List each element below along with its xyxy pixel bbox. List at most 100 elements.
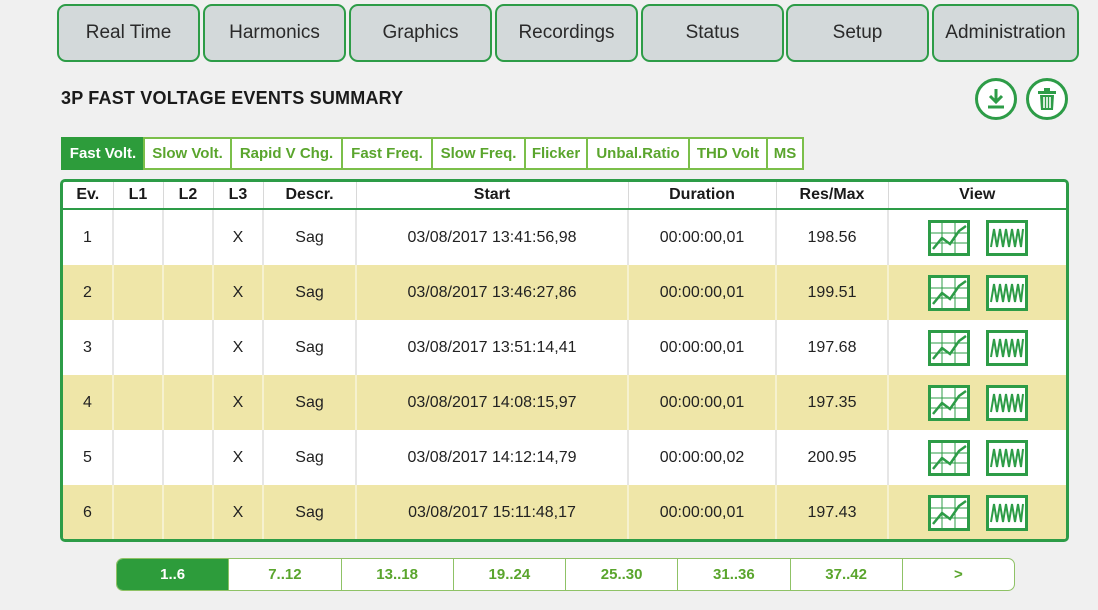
tab-harmonics[interactable]: Harmonics — [203, 4, 346, 62]
col-header-descr: Descr. — [262, 182, 356, 210]
table-row: 4 X Sag 03/08/2017 14:08:15,97 00:00:00,01 19… — [63, 375, 1066, 430]
cell-start: 03/08/2017 14:12:14,79 — [355, 430, 628, 485]
cell-view — [887, 375, 1066, 430]
cell-view — [887, 320, 1066, 375]
view-buttons — [889, 320, 1066, 375]
table-row: 6 X Sag 03/08/2017 15:11:48,17 00:00:00,01 19… — [63, 485, 1066, 539]
cell-duration: 00:00:00,01 — [627, 375, 776, 430]
subtab-fast-volt[interactable]: Fast Volt. — [61, 137, 145, 170]
page-25-30[interactable]: 25..30 — [565, 559, 677, 590]
cell-descr: Sag — [262, 209, 356, 265]
page-19-24[interactable]: 19..24 — [452, 559, 565, 590]
table-row: 2 X Sag 03/08/2017 13:46:27,86 00:00:00,01 19… — [63, 265, 1066, 320]
cell-l3: X — [212, 320, 263, 375]
cell-ev: 1 — [83, 228, 92, 246]
cell-l2 — [162, 430, 213, 485]
next-page-button[interactable]: > — [901, 559, 1014, 590]
page-title: 3P FAST VOLTAGE EVENTS SUMMARY — [61, 88, 404, 108]
col-header-l1: L1 — [112, 182, 163, 210]
cell-resmax: 197.43 — [775, 485, 888, 539]
cell-start: 03/08/2017 13:51:14,41 — [355, 320, 628, 375]
event-type-tabs: Fast Volt. Slow Volt. Rapid V Chg. Fast … — [61, 137, 804, 170]
trash-icon — [1038, 88, 1056, 110]
cell-l3: X — [212, 485, 263, 539]
cell-duration: 00:00:00,01 — [627, 320, 776, 375]
tab-graphics[interactable]: Graphics — [349, 4, 492, 62]
page-37-42[interactable]: 37..42 — [789, 559, 902, 590]
page-7-12[interactable]: 7..12 — [228, 559, 340, 590]
waveform-icon[interactable] — [985, 274, 1028, 311]
subtab-thd-volt[interactable]: THD Volt — [688, 137, 768, 170]
tab-recordings[interactable]: Recordings — [495, 4, 638, 62]
pagination: 1..6 7..12 13..18 19..24 25..30 31..36 3… — [116, 558, 1015, 591]
cell-duration: 00:00:00,01 — [627, 209, 776, 265]
cell-resmax: 199.51 — [775, 265, 888, 320]
trend-chart-icon[interactable] — [927, 329, 970, 366]
subtab-ms[interactable]: MS — [766, 137, 804, 170]
waveform-icon[interactable] — [985, 219, 1028, 256]
cell-l3: X — [212, 265, 263, 320]
cell-descr: Sag — [262, 375, 356, 430]
cell-start: 03/08/2017 15:11:48,17 — [355, 485, 628, 539]
download-button[interactable] — [975, 78, 1017, 120]
trend-chart-icon[interactable] — [927, 384, 970, 421]
tab-setup[interactable]: Setup — [786, 4, 929, 62]
trend-chart-icon[interactable] — [927, 439, 970, 476]
subtab-rapid-v-chg[interactable]: Rapid V Chg. — [230, 137, 343, 170]
waveform-icon[interactable] — [985, 494, 1028, 531]
cell-descr: Sag — [262, 430, 356, 485]
download-icon — [988, 89, 1004, 109]
subtab-fast-freq[interactable]: Fast Freq. — [341, 137, 433, 170]
col-header-l2: L2 — [162, 182, 213, 210]
tab-status[interactable]: Status — [641, 4, 784, 62]
cell-start: 03/08/2017 13:46:27,86 — [355, 265, 628, 320]
cell-resmax: 197.68 — [775, 320, 888, 375]
cell-view — [887, 430, 1066, 485]
cell-l2 — [162, 265, 213, 320]
trend-chart-icon[interactable] — [927, 274, 970, 311]
cell-descr: Sag — [262, 320, 356, 375]
subtab-slow-freq[interactable]: Slow Freq. — [431, 137, 526, 170]
cell-view — [887, 485, 1066, 539]
cell-l2 — [162, 209, 213, 265]
waveform-icon[interactable] — [985, 329, 1028, 366]
col-header-l3: L3 — [212, 182, 263, 210]
trend-chart-icon[interactable] — [927, 494, 970, 531]
trend-chart-icon[interactable] — [927, 219, 970, 256]
table-row: 1 X Sag 03/08/2017 13:41:56,98 00:00:00,01 19… — [63, 209, 1066, 265]
table-header-row: Ev. L1 L2 L3 Descr. Start Duration Res/M… — [63, 182, 1066, 210]
col-header-resmax: Res/Max — [775, 182, 888, 210]
cell-l2 — [162, 375, 213, 430]
delete-button[interactable] — [1026, 78, 1068, 120]
subtab-slow-volt[interactable]: Slow Volt. — [143, 137, 232, 170]
cell-resmax: 198.56 — [775, 209, 888, 265]
cell-l1 — [112, 320, 163, 375]
view-buttons — [889, 375, 1066, 430]
view-buttons — [889, 265, 1066, 320]
cell-duration: 00:00:00,01 — [627, 485, 776, 539]
subtab-flicker[interactable]: Flicker — [524, 137, 588, 170]
cell-l3: X — [212, 375, 263, 430]
col-header-view: View — [887, 182, 1066, 210]
cell-ev: 5 — [83, 448, 92, 466]
cell-descr: Sag — [262, 485, 356, 539]
table-row: 3 X Sag 03/08/2017 13:51:14,41 00:00:00,01 19… — [63, 320, 1066, 375]
cell-l1 — [112, 209, 163, 265]
cell-ev: 6 — [63, 485, 113, 539]
col-header-start: Start — [355, 182, 628, 210]
page-13-18[interactable]: 13..18 — [340, 559, 453, 590]
tab-administration[interactable]: Administration — [932, 4, 1079, 62]
waveform-icon[interactable] — [985, 439, 1028, 476]
waveform-icon[interactable] — [985, 384, 1028, 421]
page-1-6[interactable]: 1..6 — [117, 559, 229, 590]
tab-real-time[interactable]: Real Time — [57, 4, 200, 62]
view-buttons — [889, 210, 1066, 265]
cell-start: 03/08/2017 13:41:56,98 — [355, 209, 628, 265]
cell-view — [887, 265, 1066, 320]
cell-ev: 3 — [83, 338, 92, 356]
subtab-unbal-ratio[interactable]: Unbal.Ratio — [586, 137, 690, 170]
cell-l1 — [112, 265, 163, 320]
page-31-36[interactable]: 31..36 — [677, 559, 789, 590]
main-nav: Real Time Harmonics Graphics Recordings … — [57, 4, 1079, 64]
cell-view — [887, 209, 1066, 265]
